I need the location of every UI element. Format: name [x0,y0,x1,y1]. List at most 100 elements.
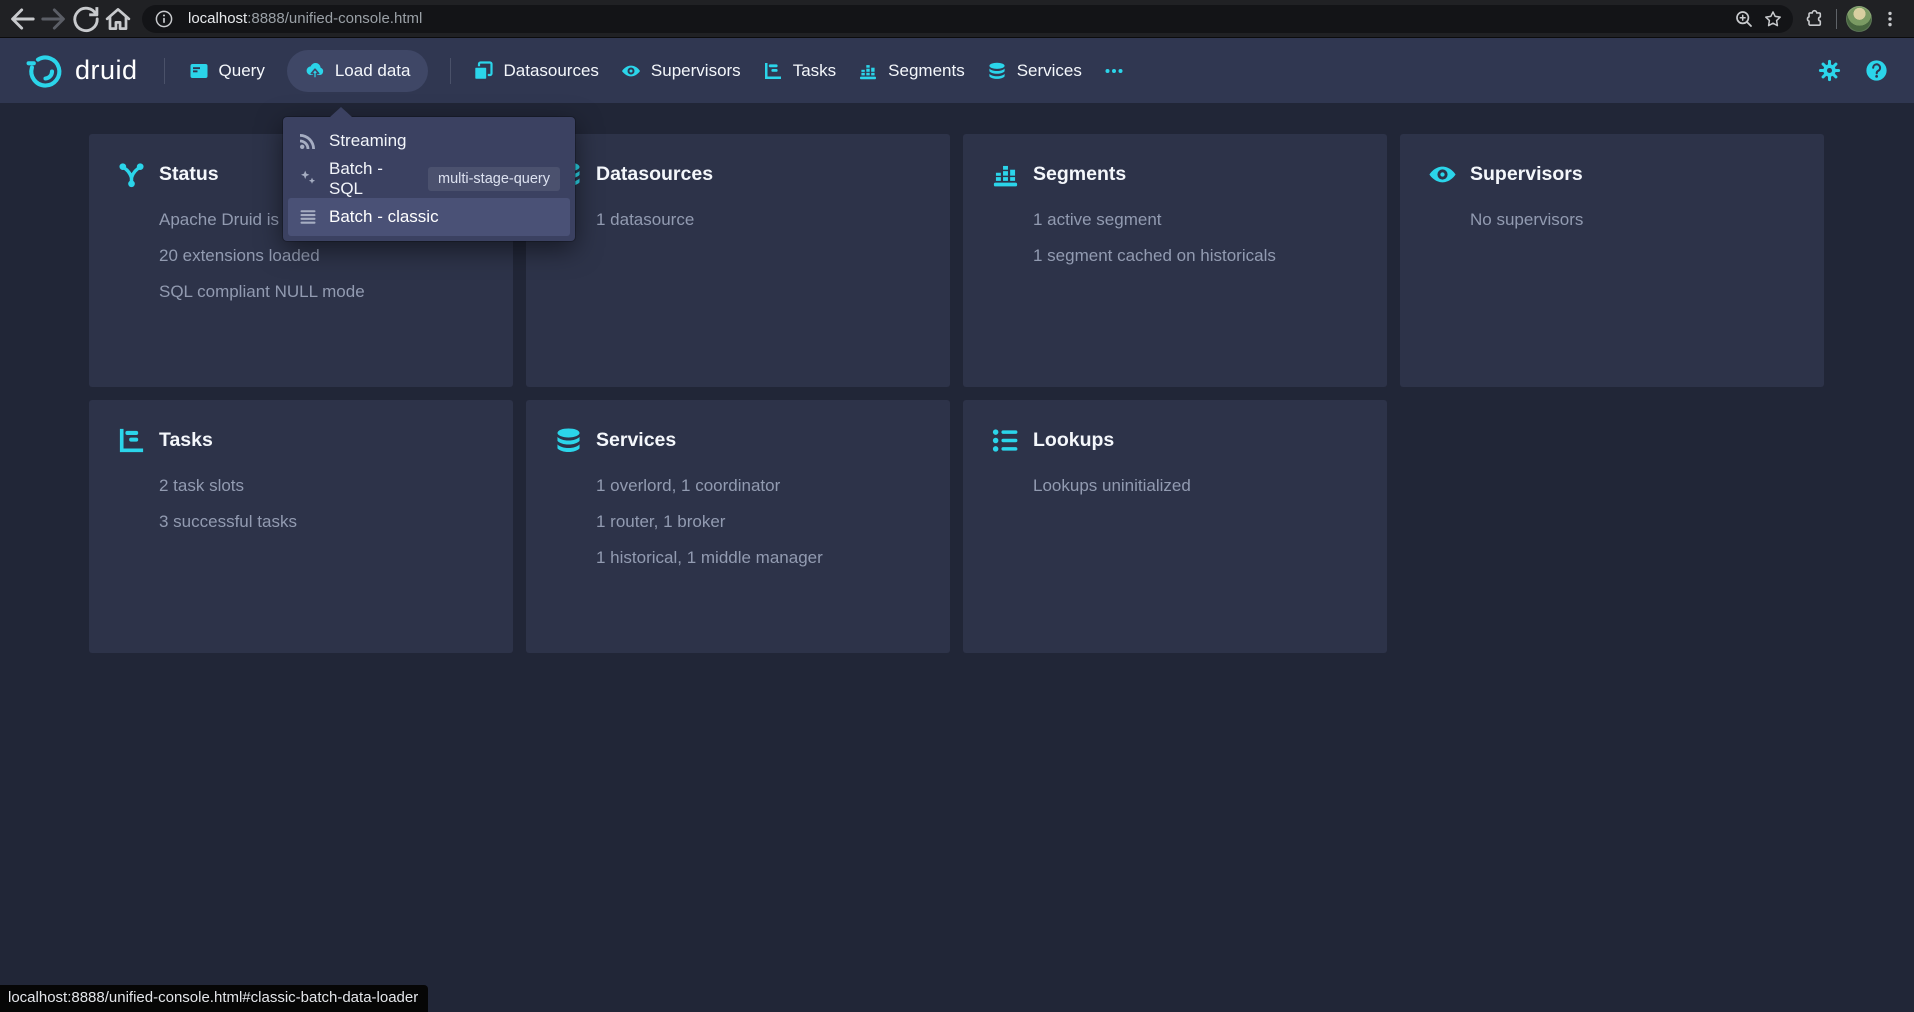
toolbar-separator [1836,9,1837,29]
card-title: Supervisors [1470,163,1583,186]
eye-icon [621,61,641,81]
console-icon [189,61,209,81]
browser-menu-icon[interactable] [1880,9,1900,29]
card-details: No supervisors [1470,202,1796,238]
card-details: 1 active segment1 segment cached on hist… [1033,202,1359,274]
card-lookups[interactable]: Lookups Lookups uninitialized [963,400,1387,653]
reload-icon[interactable] [70,3,102,35]
brand-name: druid [75,55,138,86]
card-detail-line: 1 router, 1 broker [596,504,922,540]
card-detail-line: 3 successful tasks [159,504,485,540]
bookmark-star-icon[interactable] [1763,9,1783,29]
nav-item-datasources[interactable]: Datasources [473,61,598,81]
database-icon [554,426,583,455]
card-detail-line: Lookups uninitialized [1033,468,1359,504]
card-title: Segments [1033,163,1126,186]
card-detail-line: 1 active segment [1033,202,1359,238]
database-icon [987,61,1007,81]
popover-caret [330,107,352,117]
card-supervisors[interactable]: Supervisors No supervisors [1400,134,1824,387]
back-icon[interactable] [6,3,38,35]
screen: localhost:8888/unified-console.html drui… [0,0,1914,1012]
menu-item-batch-classic[interactable]: Batch - classic [288,198,570,236]
gantt-icon [117,426,146,455]
card-detail-line: 1 datasource [596,202,922,238]
card-title: Services [596,429,676,452]
nav-item-services[interactable]: Services [987,61,1082,81]
card-detail-line: 1 segment cached on historicals [1033,238,1359,274]
druid-navbar: druid Query Load data Datasources Superviso… [0,38,1914,103]
card-datasources[interactable]: Datasources 1 datasource [526,134,950,387]
card-detail-line: 1 overlord, 1 coordinator [596,468,922,504]
eye-icon [1428,160,1457,189]
url-text: localhost:8888/unified-console.html [183,10,1725,27]
druid-logo[interactable]: druid [25,51,138,91]
stacked-squares-icon [473,61,493,81]
fork-icon [117,160,146,189]
card-header: Services [554,426,922,455]
card-detail-line: 1 historical, 1 middle manager [596,540,922,576]
url-bar[interactable]: localhost:8888/unified-console.html [142,5,1793,33]
nav-item-label: Datasources [503,61,598,81]
url-path: :8888/unified-console.html [247,10,422,27]
nav-item-tasks[interactable]: Tasks [763,61,836,81]
nav-item-load-data[interactable]: Load data [287,50,429,92]
nav-item-label: Tasks [793,61,836,81]
card-detail-line: 2 task slots [159,468,485,504]
card-tasks[interactable]: Tasks 2 task slots3 successful tasks [89,400,513,653]
forward-icon[interactable] [38,3,70,35]
sparkles-icon [298,169,318,189]
nav-item-query[interactable]: Query [189,61,265,81]
site-info-icon[interactable] [154,9,174,29]
property-list-icon [991,426,1020,455]
card-details: 1 overlord, 1 coordinator1 router, 1 bro… [596,468,922,576]
nav-divider [164,58,165,84]
home-icon[interactable] [102,3,134,35]
menu-lines-icon [298,207,318,227]
cloud-upload-icon [305,61,325,81]
card-services[interactable]: Services 1 overlord, 1 coordinator1 route… [526,400,950,653]
card-header: Datasources [554,160,922,189]
zoom-indicator-icon[interactable] [1734,9,1754,29]
extensions-puzzle-icon[interactable] [1805,9,1825,29]
card-header: Tasks [117,426,485,455]
menu-item-badge: multi-stage-query [428,167,560,192]
feed-icon [298,131,318,151]
nav-item-label: Services [1017,61,1082,81]
card-header: Segments [991,160,1359,189]
more-icon [1104,61,1124,81]
nav-item-segments[interactable]: Segments [858,61,965,81]
druid-logo-icon [25,51,65,91]
card-details: 2 task slots3 successful tasks [159,468,485,540]
nav-item-more[interactable] [1104,61,1124,81]
profile-avatar[interactable] [1846,6,1872,32]
card-title: Lookups [1033,429,1114,452]
card-detail-line: 20 extensions loaded [159,238,485,274]
card-detail-line: No supervisors [1470,202,1796,238]
card-details: 1 datasource [596,202,922,238]
card-header: Supervisors [1428,160,1796,189]
status-tooltip: localhost:8888/unified-console.html#clas… [0,985,428,1012]
menu-item-label: Batch - SQL [329,159,404,199]
menu-item-label: Batch - classic [329,207,439,227]
gantt-icon [763,61,783,81]
menu-item-streaming[interactable]: Streaming [288,122,570,160]
card-details: Lookups uninitialized [1033,468,1359,504]
menu-item-batch-sql[interactable]: Batch - SQL multi-stage-query [288,160,570,198]
card-title: Tasks [159,429,213,452]
card-title: Status [159,163,219,186]
card-title: Datasources [596,163,713,186]
nav-item-label: Load data [335,61,411,81]
settings-gear-icon[interactable] [1818,59,1841,82]
nav-item-label: Supervisors [651,61,741,81]
menu-item-label: Streaming [329,131,406,151]
stacked-chart-icon [991,160,1020,189]
help-icon[interactable] [1865,59,1888,82]
stacked-chart-icon [858,61,878,81]
nav-item-supervisors[interactable]: Supervisors [621,61,741,81]
nav-divider [450,58,451,84]
browser-toolbar: localhost:8888/unified-console.html [0,0,1914,38]
card-segments[interactable]: Segments 1 active segment1 segment cached… [963,134,1387,387]
nav-item-label: Query [219,61,265,81]
load-data-menu: StreamingBatch - SQLmulti-stage-queryBat… [283,117,575,241]
